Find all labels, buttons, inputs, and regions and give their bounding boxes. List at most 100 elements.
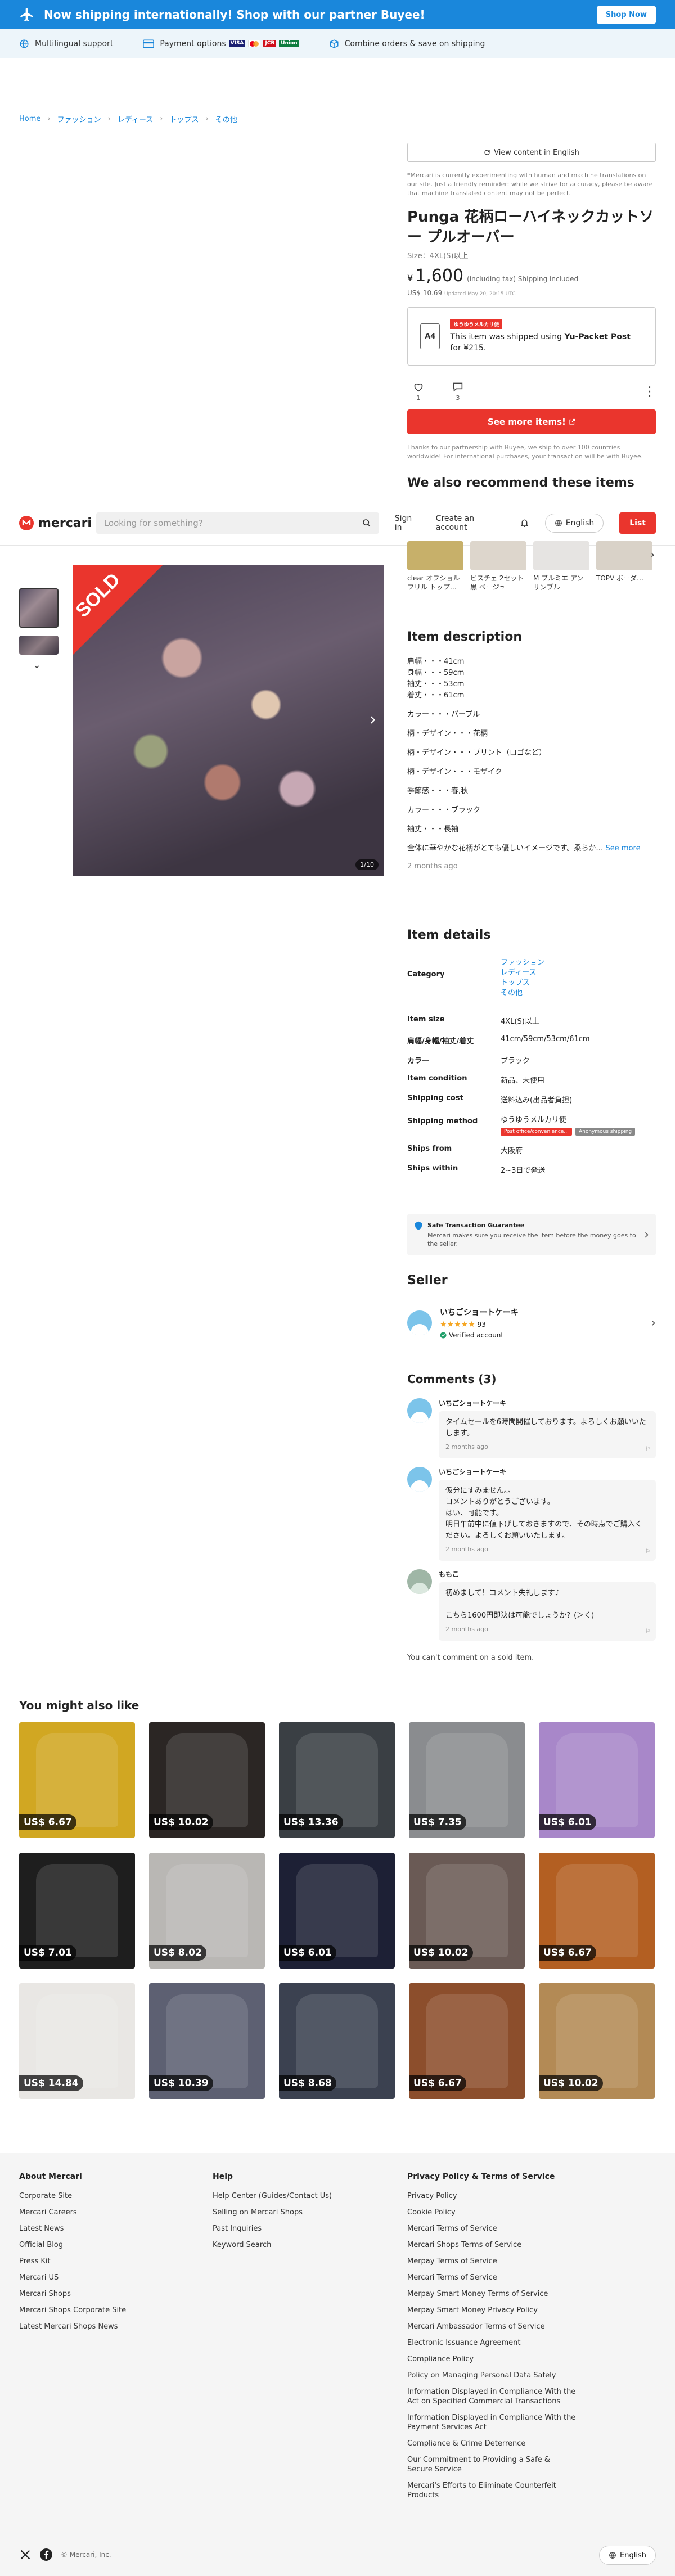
more-options-icon[interactable]: ⋮ (644, 385, 656, 399)
footer-link[interactable]: Our Commitment to Providing a Safe & Sec… (407, 2455, 576, 2474)
footer-link[interactable]: Compliance & Crime Deterrence (407, 2439, 576, 2448)
description-text: 肩幅・・・41cm 身幅・・・59cm 袖丈・・・53cm 着丈・・・61cm … (407, 656, 656, 854)
product-card[interactable]: US$ 10.02 (409, 1853, 525, 1969)
product-card[interactable]: US$ 7.35 (409, 1722, 525, 1838)
comment-body: タイムセールを6時間開催しております。よろしくお願いいたします。 (446, 1418, 646, 1438)
like-button[interactable]: 1 (407, 382, 430, 402)
product-card[interactable]: US$ 7.01 (19, 1853, 135, 1969)
footer-help-title: Help (213, 2172, 233, 2181)
footer-link[interactable]: Cookie Policy (407, 2208, 576, 2217)
breadcrumb-tops[interactable]: トップス (169, 114, 199, 124)
signin-link[interactable]: Sign in (395, 514, 420, 532)
facebook-icon[interactable] (39, 2548, 53, 2561)
category-link[interactable]: トップス (501, 978, 656, 988)
flag-icon[interactable]: ⚐ (645, 1546, 650, 1557)
footer-link[interactable]: Mercari Ambassador Terms of Service (407, 2322, 576, 2331)
footer-link[interactable]: Press Kit (19, 2257, 199, 2266)
footer-link[interactable]: Mercari Terms of Service (407, 2273, 576, 2282)
list-button[interactable]: List (619, 512, 656, 534)
combine-orders: Combine orders & save on shipping (329, 39, 485, 49)
footer-link[interactable]: Keyword Search (213, 2240, 393, 2250)
footer-link[interactable]: Selling on Mercari Shops (213, 2208, 393, 2217)
main-product-image[interactable]: SOLD › 1/10 (73, 565, 384, 876)
flag-icon[interactable]: ⚐ (645, 1444, 650, 1455)
footer-link[interactable]: Mercari's Efforts to Eliminate Counterfe… (407, 2481, 576, 2500)
comment-button[interactable]: 3 (447, 382, 469, 402)
see-more-link[interactable]: See more (606, 844, 641, 853)
shop-now-button[interactable]: Shop Now (596, 6, 656, 24)
product-thumbnail (296, 1994, 378, 2088)
product-card[interactable]: US$ 6.01 (279, 1853, 395, 1969)
footer-link[interactable]: Electronic Issuance Agreement (407, 2338, 576, 2348)
product-card[interactable]: US$ 10.02 (149, 1722, 265, 1838)
footer-link[interactable]: Mercari Shops Corporate Site (19, 2305, 199, 2315)
recommend-item[interactable]: M ブルミエ アン サンブル (533, 541, 590, 592)
verified-label: Verified account (449, 1331, 504, 1339)
footer-link[interactable]: Mercari Shops Terms of Service (407, 2240, 576, 2250)
price-currency: ¥ (407, 273, 413, 283)
thumbnail-2[interactable] (19, 636, 58, 655)
search-input[interactable]: Looking for something? (96, 512, 379, 534)
footer-link[interactable]: Information Displayed in Compliance With… (407, 2413, 576, 2432)
footer-link[interactable]: Mercari Terms of Service (407, 2224, 576, 2233)
category-link[interactable]: レディース (501, 968, 656, 978)
next-image-icon[interactable]: › (370, 710, 376, 729)
product-card[interactable]: US$ 10.02 (539, 1983, 655, 2099)
product-card[interactable]: US$ 14.84 (19, 1983, 135, 2099)
footer-link[interactable]: Merpay Smart Money Terms of Service (407, 2289, 576, 2299)
product-card[interactable]: US$ 6.67 (539, 1853, 655, 1969)
footer-link[interactable]: Mercari US (19, 2273, 199, 2282)
recommend-item[interactable]: clear オフショル フリル トップ… (407, 541, 464, 592)
create-account-link[interactable]: Create an account (436, 514, 504, 532)
footer-link[interactable]: Help Center (Guides/Contact Us) (213, 2191, 393, 2201)
footer-link[interactable]: Official Blog (19, 2240, 199, 2250)
breadcrumb-home[interactable]: Home (19, 115, 40, 123)
footer-link[interactable]: Merpay Terms of Service (407, 2257, 576, 2266)
description-paragraph: 柄・デザイン・・・プリント（ロゴなど） (407, 749, 547, 757)
product-card[interactable]: US$ 10.39 (149, 1983, 265, 2099)
flag-icon[interactable]: ⚐ (645, 1626, 650, 1637)
detail-key: Item condition (407, 1074, 467, 1083)
product-card[interactable]: US$ 8.02 (149, 1853, 265, 1969)
product-card[interactable]: US$ 8.68 (279, 1983, 395, 2099)
language-selector[interactable]: English (544, 514, 604, 533)
product-card[interactable]: US$ 13.36 (279, 1722, 395, 1838)
footer-link[interactable]: Latest Mercari Shops News (19, 2322, 199, 2331)
footer-link[interactable]: Past Inquiries (213, 2224, 393, 2233)
view-english-button[interactable]: View content in English (407, 143, 656, 162)
see-more-items-button[interactable]: See more items! (407, 409, 656, 434)
category-link[interactable]: ファッション (501, 958, 656, 968)
chevron-down-icon[interactable]: ⌄ (33, 659, 41, 671)
recommend-item[interactable]: TOPV ボーダ… (596, 541, 652, 592)
footer-link[interactable]: Mercari Shops (19, 2289, 199, 2299)
mercari-logo[interactable]: mercari (19, 516, 96, 530)
recommend-item[interactable]: ビスチェ 2セット 黒 ベージュ (470, 541, 526, 592)
breadcrumb-ladies[interactable]: レディース (118, 114, 153, 124)
product-card[interactable]: US$ 6.67 (409, 1983, 525, 2099)
seller-card[interactable]: いちごショートケーキ ★★★★★ 93 Verified account › (407, 1298, 656, 1348)
footer-link[interactable]: Privacy Policy (407, 2191, 576, 2201)
globe-icon (609, 2552, 616, 2559)
x-twitter-icon[interactable] (19, 2548, 32, 2561)
footer-link[interactable]: Merpay Smart Money Privacy Policy (407, 2305, 576, 2315)
breadcrumb-fashion[interactable]: ファッション (57, 114, 101, 124)
footer-link[interactable]: Information Displayed in Compliance With… (407, 2387, 576, 2406)
search-icon[interactable] (362, 519, 371, 528)
category-link[interactable]: その他 (501, 988, 656, 998)
product-card[interactable]: US$ 6.67 (19, 1722, 135, 1838)
tax-note: (including tax) Shipping included (467, 275, 579, 283)
footer-link[interactable]: Compliance Policy (407, 2354, 576, 2364)
chevron-right-icon[interactable]: › (651, 549, 655, 561)
product-card[interactable]: US$ 6.01 (539, 1722, 655, 1838)
buyee-banner[interactable]: Now shipping internationally! Shop with … (0, 0, 675, 29)
breadcrumb-other[interactable]: その他 (215, 114, 237, 124)
safe-transaction-banner[interactable]: Safe Transaction Guarantee Mercari makes … (407, 1214, 656, 1255)
chevron-right-icon[interactable]: › (644, 1228, 649, 1242)
bell-icon[interactable] (520, 517, 529, 529)
footer-language-selector[interactable]: English (599, 2546, 656, 2565)
footer-link[interactable]: Mercari Careers (19, 2208, 199, 2217)
footer-link[interactable]: Policy on Managing Personal Data Safely (407, 2371, 576, 2380)
footer-link[interactable]: Latest News (19, 2224, 199, 2233)
footer-link[interactable]: Corporate Site (19, 2191, 199, 2201)
thumbnail-1[interactable] (19, 588, 58, 628)
